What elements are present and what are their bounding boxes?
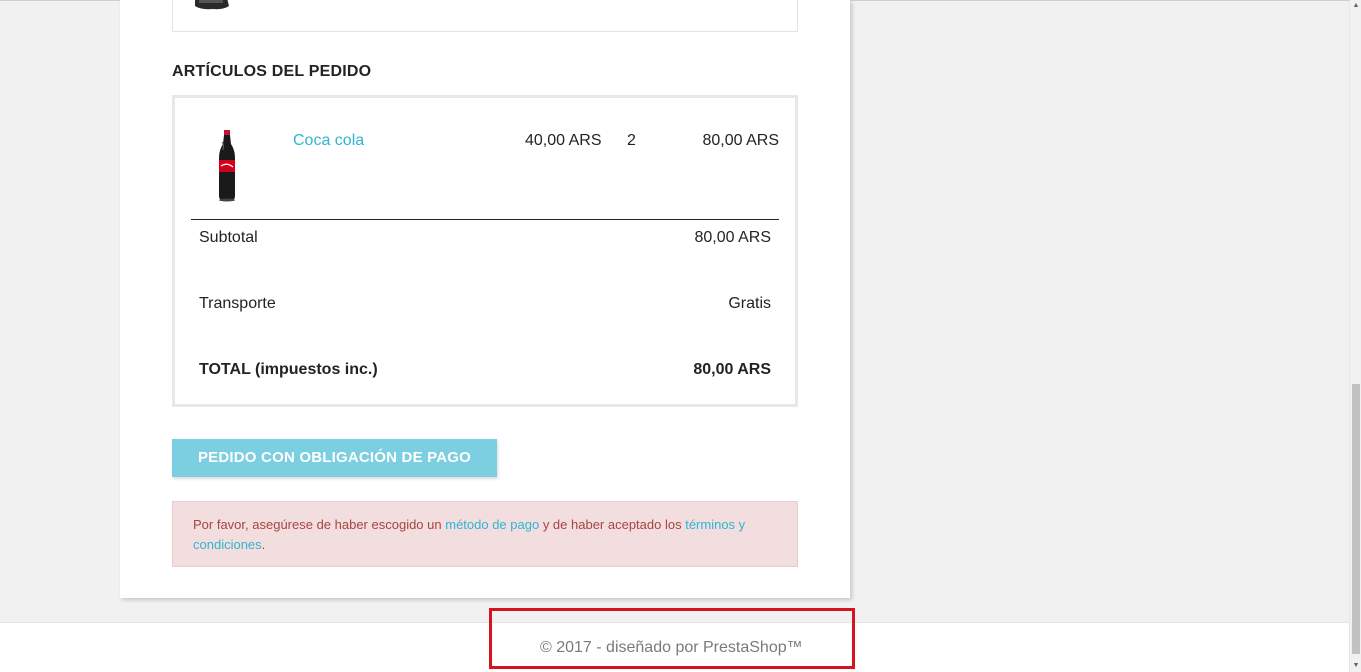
subtotal-value: 80,00 ARS (694, 229, 772, 246)
previous-section-box (172, 0, 798, 32)
order-items-heading: ARTÍCULOS DEL PEDIDO (172, 63, 372, 80)
total-value: 80,00 ARS (693, 361, 771, 378)
shipping-label: Transporte (199, 295, 276, 312)
coca-cola-bottle-icon (219, 130, 235, 202)
vertical-scrollbar[interactable]: ▲ ▼ (1349, 0, 1361, 672)
item-total-price: 80,00 ARS (702, 132, 780, 149)
alert-text-1: Por favor, asegúrese de haber escogido u… (193, 517, 446, 532)
payment-warning-alert: Por favor, asegúrese de haber escogido u… (172, 501, 798, 567)
shipping-row: Transporte Gratis (199, 295, 771, 319)
item-unit-price: 40,00 ARS (525, 132, 602, 149)
scrollbar-thumb[interactable] (1352, 384, 1360, 654)
checkout-card: ARTÍCULOS DEL PEDIDO Coca cola 40,00 ARS… (120, 0, 850, 598)
footer-highlight-annotation (489, 608, 855, 669)
item-quantity: 2 (627, 132, 636, 149)
payment-method-link[interactable]: método de pago (445, 517, 539, 532)
total-label: TOTAL (impuestos inc.) (199, 361, 378, 378)
summary-divider (191, 219, 779, 220)
shipping-value: Gratis (728, 295, 771, 312)
previous-product-thumbnail (195, 0, 229, 10)
subtotal-label: Subtotal (199, 229, 258, 246)
scroll-up-icon[interactable]: ▲ (1350, 0, 1361, 12)
order-summary-box: Coca cola 40,00 ARS 2 80,00 ARS Subtotal… (172, 95, 798, 407)
scroll-down-icon[interactable]: ▼ (1350, 660, 1361, 672)
alert-text-3: . (261, 537, 266, 552)
order-item-row: Coca cola 40,00 ARS 2 80,00 ARS (175, 98, 795, 218)
product-link-coca-cola[interactable]: Coca cola (293, 132, 364, 150)
total-row: TOTAL (impuestos inc.) 80,00 ARS (199, 361, 771, 385)
alert-text-2: y de haber aceptado los (539, 517, 686, 532)
place-order-button[interactable]: PEDIDO CON OBLIGACIÓN DE PAGO (172, 439, 497, 477)
subtotal-row: Subtotal 80,00 ARS (199, 229, 771, 253)
